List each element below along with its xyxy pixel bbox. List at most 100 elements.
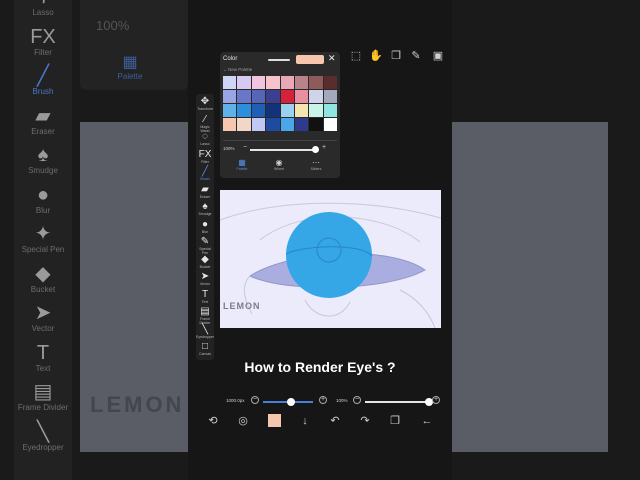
opacity-decrease-button[interactable]: − [243, 144, 247, 151]
tool-transform[interactable]: ✥ Transform [196, 96, 214, 111]
palette-swatch[interactable] [266, 90, 280, 103]
palette-swatch[interactable] [251, 118, 266, 131]
tab-palette[interactable]: ▦ Palette [230, 158, 254, 172]
layers-button-icon[interactable]: ❐ [388, 414, 402, 428]
palette-swatch[interactable] [294, 90, 309, 103]
tool-vector[interactable]: ➤ Vector [196, 271, 214, 286]
tool-eyedropper[interactable]: ╲ Eyedropper [196, 324, 214, 339]
redo-icon[interactable]: ↷ [358, 414, 372, 428]
brush-opacity-slider[interactable] [365, 401, 429, 403]
background-left: 100% ▦ Palette ⌇Lasso FXFilter ╱Brush ▰Eras… [0, 0, 188, 480]
palette-swatch[interactable] [309, 90, 323, 103]
palette-swatch[interactable] [251, 76, 266, 89]
palette-grid [223, 76, 337, 131]
cheek-line [399, 289, 436, 328]
tool-text[interactable]: T Text [196, 289, 214, 304]
tab-sliders[interactable]: ⋯ Sliders [304, 158, 328, 172]
tool-frame-divider[interactable]: ▤ Frame Divider [196, 306, 214, 325]
palette-swatch[interactable] [294, 118, 309, 131]
palette-swatch[interactable] [237, 76, 251, 89]
bucket-icon: ◆ [201, 253, 209, 265]
tool-label: Brush [200, 177, 210, 181]
bucket-icon: ◆ [35, 262, 51, 285]
special-pen-icon: ✎ [200, 236, 210, 247]
background-tool-label: Vector [31, 324, 55, 333]
palette-swatch[interactable] [309, 76, 323, 89]
tool-canvas[interactable]: □ Canvas [196, 341, 214, 356]
palette-swatch[interactable] [223, 118, 237, 131]
palette-swatch[interactable] [237, 118, 251, 131]
palette-swatch[interactable] [237, 104, 251, 117]
brush-size-increase-button[interactable]: + [319, 396, 327, 404]
palette-swatch[interactable] [323, 118, 337, 131]
undo-icon[interactable]: ↶ [328, 414, 342, 428]
layers-icon[interactable]: ❐ [388, 48, 404, 64]
tool-label: Vector [200, 282, 210, 286]
back-arrow-icon[interactable]: ← [420, 414, 434, 428]
tool-bucket[interactable]: ◆ Bucket [196, 254, 214, 269]
current-color-swatch[interactable] [296, 55, 324, 64]
palette-swatch[interactable] [266, 118, 280, 131]
tool-lasso[interactable]: ◌ Lasso [196, 131, 214, 146]
palette-swatch[interactable] [323, 104, 337, 117]
brush-opacity-value: 100% [336, 398, 348, 403]
palette-swatch[interactable] [251, 90, 266, 103]
fx-icon: FX [198, 148, 212, 160]
opacity-slider[interactable] [250, 149, 316, 151]
color-panel-drag-handle[interactable] [268, 59, 290, 61]
background-palette-label: Palette [117, 72, 143, 81]
palette-swatch[interactable] [294, 104, 309, 117]
palette-swatch[interactable] [223, 90, 237, 103]
tool-special-pen[interactable]: ✎ Special Pen [196, 236, 214, 255]
background-tool-eraser: ▰ Eraser [14, 105, 72, 137]
palette-swatch[interactable] [266, 104, 280, 117]
tool-blur[interactable]: ● Blur [196, 219, 214, 234]
background-tool-vector: ➤ Vector [14, 302, 72, 334]
palette-swatch[interactable] [280, 90, 294, 103]
opacity-slider-handle[interactable] [312, 146, 319, 153]
palette-swatch[interactable] [280, 76, 294, 89]
palette-swatch[interactable] [323, 90, 337, 103]
brush-opacity-increase-button[interactable]: + [432, 396, 440, 404]
background-tool-lasso: ⌇Lasso [14, 0, 72, 18]
tool-filter[interactable]: FX Filter [196, 149, 214, 164]
palette-swatch[interactable] [280, 118, 294, 131]
blur-icon: ● [36, 183, 50, 206]
palette-grid-icon: ▦ [238, 158, 246, 167]
tool-magic-wand[interactable]: ⁄ Magic Wand [196, 114, 214, 133]
brush-size-slider-handle[interactable] [286, 398, 295, 406]
image-icon[interactable]: ▣ [430, 48, 446, 64]
hand-tool-icon[interactable]: ✋ [368, 48, 384, 64]
palette-name[interactable]: ⌄ New Palette [223, 67, 252, 73]
rotate-icon[interactable]: ⟲ [206, 414, 220, 428]
background-tool-label: Eyedropper [22, 442, 64, 452]
brush-opacity-decrease-button[interactable]: − [353, 396, 361, 404]
background-tool-label: Text [35, 363, 51, 373]
palette-swatch[interactable] [251, 104, 266, 117]
palette-swatch[interactable] [309, 118, 323, 131]
palette-swatch[interactable] [280, 104, 294, 117]
palette-swatch[interactable] [237, 90, 251, 103]
palette-swatch[interactable] [266, 76, 280, 89]
palette-swatch[interactable] [309, 104, 323, 117]
background-toolbar: ⌇Lasso FXFilter ╱Brush ▰Eraser ♠Smudge ●Blur ✦… [14, 0, 72, 480]
tool-eraser[interactable]: ▰ Eraser [196, 184, 214, 199]
selection-icon[interactable]: ⬚ [348, 48, 364, 64]
close-icon[interactable]: ✕ [328, 53, 336, 64]
palette-swatch[interactable] [223, 76, 237, 89]
brush-size-decrease-button[interactable]: − [251, 396, 259, 404]
opacity-increase-button[interactable]: + [322, 144, 326, 151]
palette-swatch[interactable] [223, 104, 237, 117]
tab-wheel[interactable]: ◉ Wheel [267, 158, 291, 172]
download-icon[interactable]: ↓ [298, 414, 312, 428]
tool-brush[interactable]: ╱ Brush [196, 166, 214, 181]
drawing-canvas[interactable]: LEMON [220, 190, 441, 328]
brush-preview-icon[interactable]: ◎ [236, 414, 250, 428]
current-color-button[interactable] [268, 414, 281, 427]
tool-smudge[interactable]: ♠ Smudge [196, 201, 214, 216]
palette-swatch[interactable] [294, 76, 309, 89]
opacity-value: 100% [223, 146, 235, 151]
pen-settings-icon[interactable]: ✎ [408, 48, 424, 64]
lasso-icon: ⌇ [14, 0, 72, 8]
palette-swatch[interactable] [323, 76, 337, 89]
